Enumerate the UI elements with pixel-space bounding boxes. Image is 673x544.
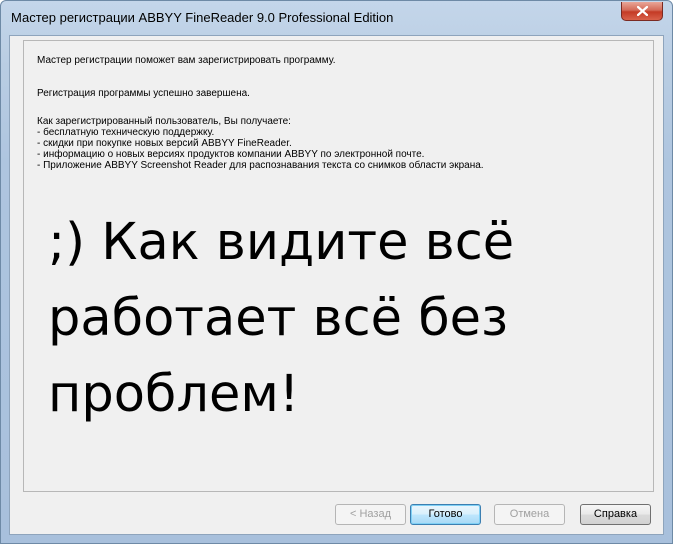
overlay-line: работает всё без bbox=[48, 289, 509, 348]
close-button[interactable] bbox=[621, 2, 663, 21]
finish-button[interactable]: Готово bbox=[410, 504, 481, 525]
help-button[interactable]: Справка bbox=[580, 504, 651, 525]
wizard-content-panel: Мастер регистрации поможет вам зарегистр… bbox=[23, 40, 654, 492]
benefit-item: - бесплатную техническую поддержку. bbox=[37, 127, 215, 138]
overlay-line: ;) Как видите всё bbox=[48, 213, 515, 272]
benefit-item: - Приложение ABBYY Screenshot Reader для… bbox=[37, 160, 484, 171]
window-title: Мастер регистрации ABBYY FineReader 9.0 … bbox=[11, 10, 394, 25]
close-icon bbox=[637, 6, 648, 16]
benefits-list: Как зарегистрированный пользователь, Вы … bbox=[37, 116, 484, 171]
intro-text: Мастер регистрации поможет вам зарегистр… bbox=[37, 55, 336, 66]
benefits-heading: Как зарегистрированный пользователь, Вы … bbox=[37, 116, 291, 127]
registration-wizard-window: Мастер регистрации ABBYY FineReader 9.0 … bbox=[0, 0, 673, 544]
benefit-item: - информацию о новых версиях продуктов к… bbox=[37, 149, 425, 160]
title-bar[interactable]: Мастер регистрации ABBYY FineReader 9.0 … bbox=[1, 1, 672, 35]
back-button[interactable]: < Назад bbox=[335, 504, 406, 525]
status-text: Регистрация программы успешно завершена. bbox=[37, 88, 250, 99]
overlay-line: проблем! bbox=[48, 365, 300, 424]
overlay-message: ;) Как видите всё работает всё без пробл… bbox=[48, 205, 648, 433]
dialog-client-area: Мастер регистрации поможет вам зарегистр… bbox=[9, 35, 664, 535]
cancel-button[interactable]: Отмена bbox=[494, 504, 565, 525]
benefit-item: - скидки при покупке новых версий ABBYY … bbox=[37, 138, 292, 149]
